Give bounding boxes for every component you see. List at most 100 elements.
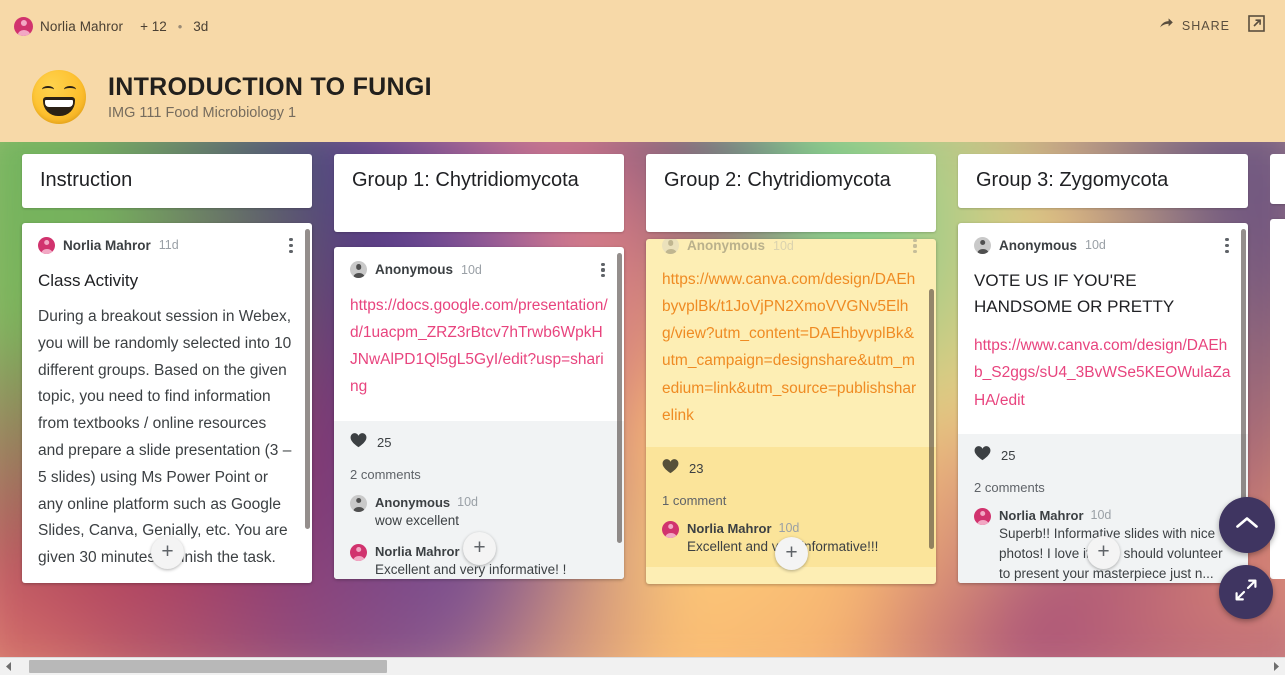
comments-count[interactable]: 2 comments xyxy=(974,480,1232,495)
share-label: SHARE xyxy=(1181,19,1230,33)
share-button[interactable]: SHARE xyxy=(1159,17,1230,36)
card-title: Class Activity xyxy=(38,270,139,290)
plus-icon: + xyxy=(161,539,174,563)
add-post-button-group-3[interactable]: + xyxy=(1087,535,1120,569)
user-avatar-pink xyxy=(974,507,991,525)
collaborator-count[interactable]: + 12 xyxy=(140,19,167,34)
open-in-new-icon xyxy=(1248,15,1265,37)
column-body: Anonymous 10d https://www.canva.com/desi… xyxy=(646,239,936,584)
scroll-to-top-fab[interactable] xyxy=(1219,497,1275,553)
card-title: VOTE US IF YOU'RE HANDSOME OR PRETTY xyxy=(974,270,1175,316)
anonymous-avatar xyxy=(974,236,991,254)
comment-time: 10d xyxy=(457,495,478,509)
column-body: Anonymous 10d VOTE US IF YOU'RE HANDSOME… xyxy=(958,222,1248,583)
scrollbar-thumb[interactable] xyxy=(29,659,387,673)
column-header[interactable]: Group 2: Chytridiomycota xyxy=(646,154,936,232)
card-scrollbar[interactable] xyxy=(305,228,310,529)
add-post-button-instruction[interactable]: + xyxy=(151,535,184,569)
card-scrollbar[interactable] xyxy=(617,253,622,543)
post-card[interactable]: Norlia Mahror 11d Class Activity During … xyxy=(22,222,312,583)
card-author-row: Anonymous 10d xyxy=(350,261,608,278)
anonymous-avatar xyxy=(350,494,367,512)
grinning-face-emoji xyxy=(32,70,86,124)
card-author-name: Anonymous xyxy=(375,262,454,277)
user-avatar-pink xyxy=(662,520,679,538)
triangle-right-icon[interactable] xyxy=(1268,658,1285,675)
column-header[interactable]: Group 1: Chytridiomycota xyxy=(334,154,624,232)
board-column-instruction: Instruction Norlia Mahror 11d Class Acti… xyxy=(22,154,312,583)
like-button[interactable]: 25 xyxy=(974,445,1232,466)
card-timestamp: 11d xyxy=(158,238,179,253)
like-count: 25 xyxy=(1001,448,1016,464)
post-card[interactable]: Anonymous 10d https://www.canva.com/desi… xyxy=(646,239,936,584)
comment-body: Anonymous 10d wow excellent xyxy=(375,495,608,531)
triangle-left-icon[interactable] xyxy=(0,658,17,675)
card-timestamp: 10d xyxy=(461,262,482,277)
board-canvas[interactable]: Instruction Norlia Mahror 11d Class Acti… xyxy=(0,142,1285,657)
card-scrollbar[interactable] xyxy=(1241,228,1246,519)
like-button[interactable]: 25 xyxy=(350,432,608,453)
comment-author: Norlia Mahror xyxy=(999,507,1084,523)
board-owner[interactable]: Norlia Mahror + 12 • 3d xyxy=(14,16,209,36)
comment-author: Anonymous xyxy=(375,494,451,510)
card-timestamp: 10d xyxy=(773,239,794,253)
add-post-button-group-1[interactable]: + xyxy=(463,532,496,565)
column-title: Group 3: Zygomycota xyxy=(976,169,1169,191)
like-count: 25 xyxy=(377,435,392,450)
column-header[interactable] xyxy=(1270,154,1285,204)
anonymous-avatar xyxy=(662,239,679,254)
card-link[interactable]: https://www.canva.com/design/DAEhb_S2ggs… xyxy=(974,332,1232,413)
more-vert-icon[interactable] xyxy=(1218,236,1236,256)
card-content: Anonymous 10d VOTE US IF YOU'RE HANDSOME… xyxy=(958,223,1248,418)
comment-meta: Norlia Mahror 10d xyxy=(687,521,920,536)
comment-meta: Anonymous 10d xyxy=(375,495,608,510)
board-subtitle: IMG 111 Food Microbiology 1 xyxy=(108,104,297,121)
share-arrow-icon xyxy=(1159,17,1174,36)
comments-count[interactable]: 1 comment xyxy=(662,493,920,508)
top-bar-actions: SHARE xyxy=(1159,15,1271,37)
card-link[interactable]: https://docs.google.com/presentation/d/1… xyxy=(350,292,608,401)
user-avatar-pink xyxy=(38,236,55,254)
board-column-group-3: Group 3: Zygomycota Anonymous 10d VOTE U… xyxy=(958,154,1248,583)
card-content: Anonymous 10d https://docs.google.com/pr… xyxy=(334,247,624,405)
add-post-button-group-2[interactable]: + xyxy=(775,537,808,570)
heart-icon xyxy=(662,458,679,479)
more-vert-icon[interactable] xyxy=(282,236,300,256)
expand-fab[interactable] xyxy=(1219,565,1273,619)
card-author-row: Norlia Mahror 11d xyxy=(38,236,296,254)
updated-time: 3d xyxy=(193,18,209,34)
card-scrollbar[interactable] xyxy=(929,289,934,549)
board-title-group: INTRODUCTION TO FUNGI IMG 111 Food Micro… xyxy=(108,73,432,121)
board-column-group-2: Group 2: Chytridiomycota Anonymous 10d h… xyxy=(646,154,936,584)
comments-count[interactable]: 2 comments xyxy=(350,467,608,482)
scrollbar-track[interactable] xyxy=(17,658,1268,675)
comment-author: Norlia Mahror xyxy=(687,520,772,536)
column-body: Anonymous 10d https://docs.google.com/pr… xyxy=(334,247,624,579)
post-card[interactable]: Anonymous 10d VOTE US IF YOU'RE HANDSOME… xyxy=(958,222,1248,583)
more-vert-icon[interactable] xyxy=(906,239,924,256)
comment-item: Anonymous 10d wow excellent xyxy=(350,494,608,531)
comment-meta: Norlia Mahror 10d xyxy=(999,508,1232,523)
column-header[interactable]: Instruction xyxy=(22,154,312,208)
more-vert-icon[interactable] xyxy=(594,260,612,280)
board-columns: Instruction Norlia Mahror 11d Class Acti… xyxy=(0,142,1285,657)
expand-arrows-icon xyxy=(1235,579,1257,606)
card-link[interactable]: https://www.canva.com/design/DAEhbyvplBk… xyxy=(662,266,920,429)
card-content: Anonymous 10d https://www.canva.com/desi… xyxy=(646,239,936,433)
heart-icon xyxy=(350,432,367,453)
horizontal-scrollbar[interactable] xyxy=(0,657,1285,675)
card-body-text: During a breakout session in Webex, you … xyxy=(38,307,292,567)
top-bar: Norlia Mahror + 12 • 3d SHARE xyxy=(0,0,1285,52)
owner-name: Norlia Mahror xyxy=(40,18,124,34)
card-author-name: Anonymous xyxy=(687,239,766,253)
board-column-group-1: Group 1: Chytridiomycota Anonymous 10d h… xyxy=(334,154,624,579)
anonymous-avatar xyxy=(350,261,367,278)
open-in-new-button[interactable] xyxy=(1248,15,1265,37)
column-header[interactable]: Group 3: Zygomycota xyxy=(958,154,1248,208)
card-content: Norlia Mahror 11d Class Activity During … xyxy=(22,223,312,576)
owner-avatar xyxy=(14,16,33,36)
like-button[interactable]: 23 xyxy=(662,458,920,479)
comment-text: Excellent and very informative! ! xyxy=(375,561,567,577)
page-title: INTRODUCTION TO FUNGI xyxy=(108,73,432,102)
post-card[interactable]: Anonymous 10d https://docs.google.com/pr… xyxy=(334,247,624,579)
